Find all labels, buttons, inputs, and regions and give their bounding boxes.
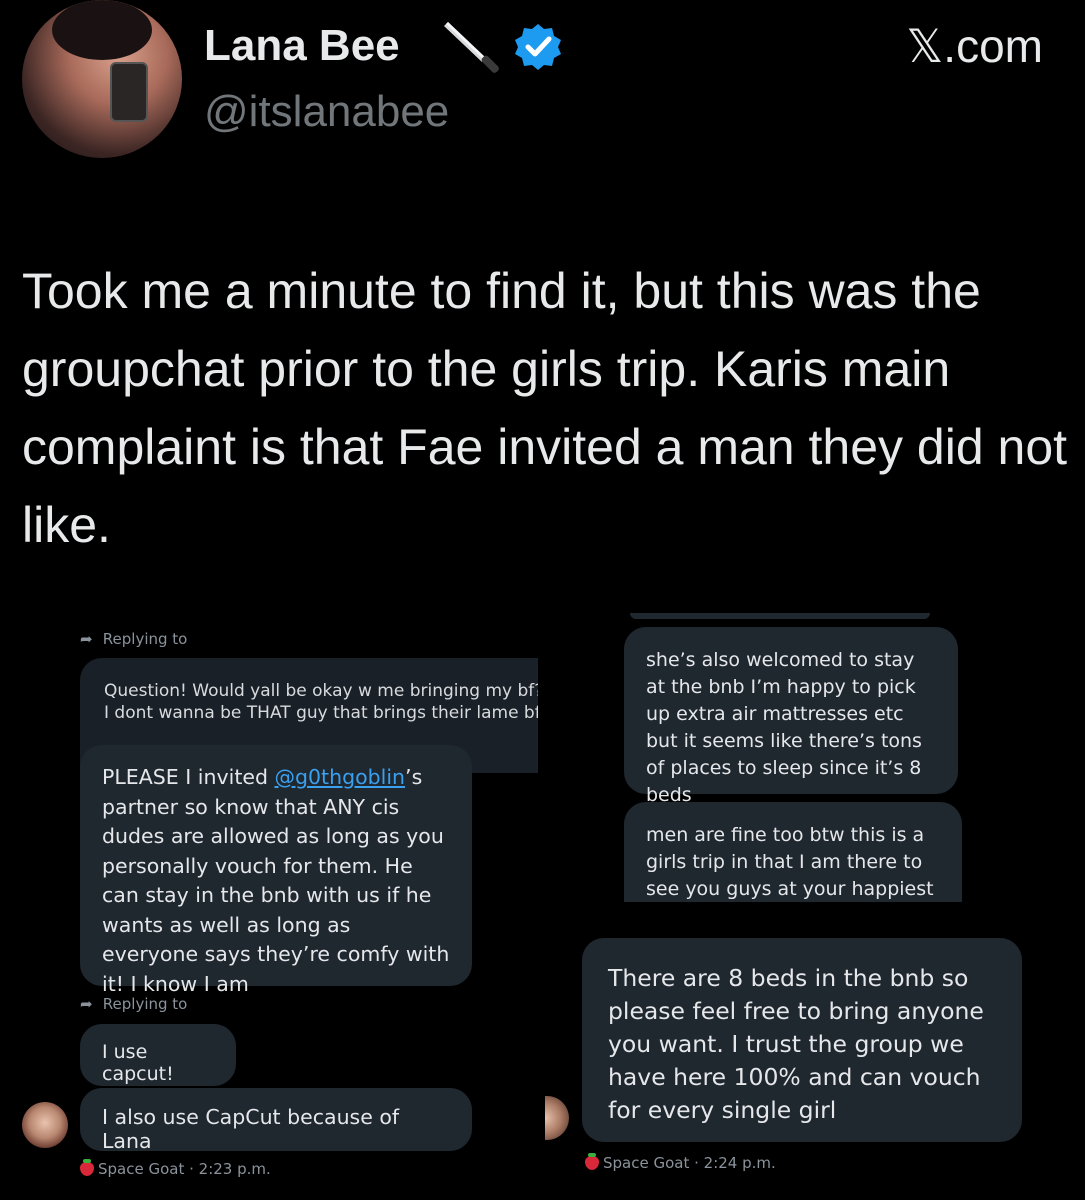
reply-arrow-icon: ➦ [80, 630, 93, 648]
reply-arrow-icon: ➦ [80, 995, 93, 1013]
message-meta: Space Goat · 2:24 p.m. [585, 1153, 776, 1172]
bubble-text: ’s partner so know that ANY cis dudes ar… [102, 765, 450, 996]
profile-avatar[interactable] [22, 0, 182, 158]
sender-avatar[interactable] [22, 1102, 68, 1148]
chat-bubble: I also use CapCut because of Lana [80, 1088, 472, 1153]
avatar-hair [52, 0, 152, 60]
bubble-text: PLEASE I invited [102, 765, 275, 789]
verified-badge-icon [515, 24, 561, 70]
chat-bubble: she’s also welcomed to stay at the bnb I… [624, 627, 958, 806]
knife-icon [444, 22, 499, 73]
meta-text: Space Goat · 2:24 p.m. [603, 1154, 776, 1172]
reply-indicator: ➦ Replying to [80, 995, 187, 1013]
tweet-text: Took me a minute to find it, but this wa… [22, 263, 1068, 553]
chat-bubble: I use capcut! [80, 1024, 236, 1086]
site-label: 𝕏.com [906, 20, 1043, 72]
strawberry-icon [80, 1159, 94, 1176]
message-meta: Space Goat · 2:23 p.m. [80, 1159, 271, 1178]
quoted-line: I dont wanna be THAT guy that brings the… [104, 703, 538, 723]
reply-label: Replying to [102, 630, 188, 648]
display-name[interactable]: Lana Bee [204, 18, 400, 74]
reply-label: Replying to [102, 995, 188, 1013]
quoted-line: Question! Would yall be okay w me bringi… [104, 681, 538, 701]
meta-text: Space Goat · 2:23 p.m. [98, 1160, 271, 1178]
previous-bubble-edge [630, 613, 930, 619]
user-handle[interactable]: @itslanabee [204, 84, 449, 140]
chat-bubble: PLEASE I invited @g0thgoblin’s partner s… [80, 745, 472, 996]
avatar-phone [110, 62, 148, 122]
reply-indicator: ➦ Replying to [80, 630, 187, 648]
strawberry-icon [585, 1153, 599, 1170]
chat-bubble: There are 8 beds in the bnb so please fe… [582, 938, 1022, 1142]
sender-avatar[interactable] [545, 1096, 569, 1140]
mention-link[interactable]: @g0thgoblin [275, 765, 406, 789]
chat-bubble: men are fine too btw this is a girls tri… [624, 802, 962, 902]
